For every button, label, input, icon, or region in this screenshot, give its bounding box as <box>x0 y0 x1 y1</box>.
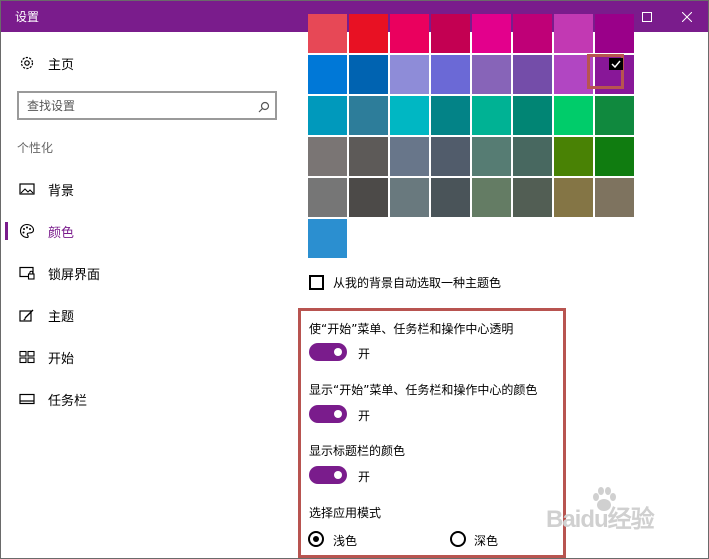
color-swatch[interactable] <box>390 137 429 176</box>
theme-icon <box>19 307 35 323</box>
sidebar-item-themes[interactable]: 主题 <box>1 300 291 330</box>
watermark-text: Baidu经验 <box>546 506 655 533</box>
color-swatch[interactable] <box>431 137 470 176</box>
color-swatch[interactable] <box>513 178 552 217</box>
auto-pick-color-label: 从我的背景自动选取一种主题色 <box>333 275 502 290</box>
sidebar-item-taskbar[interactable]: 任务栏 <box>1 384 291 414</box>
color-swatch[interactable] <box>595 137 634 176</box>
content-pane: 从我的背景自动选取一种主题色 使“开始”菜单、任务栏和操作中心透明 开 显示“开… <box>291 14 708 558</box>
color-swatch[interactable] <box>472 96 511 135</box>
sidebar-item-label: 主题 <box>48 309 75 325</box>
search-input[interactable]: 查找设置 <box>17 91 277 120</box>
color-swatch[interactable] <box>431 96 470 135</box>
color-swatch[interactable] <box>472 178 511 217</box>
maximize-icon <box>642 11 652 22</box>
dark-mode-label: 深色 <box>474 534 499 548</box>
color-swatch[interactable] <box>308 96 347 135</box>
radio-selected-dot <box>313 536 319 542</box>
sidebar-item-label: 颜色 <box>48 225 75 241</box>
sidebar-item-lock-screen[interactable]: 锁屏界面 <box>1 258 291 288</box>
app-mode-label: 选择应用模式 <box>309 506 382 520</box>
transparency-toggle[interactable] <box>309 343 347 361</box>
light-mode-radio[interactable] <box>308 531 324 547</box>
light-mode-label: 浅色 <box>333 534 358 548</box>
sidebar-item-label: 开始 <box>48 351 75 367</box>
dark-mode-radio[interactable] <box>450 531 466 547</box>
sidebar-item-label: 任务栏 <box>48 393 88 409</box>
search-placeholder: 查找设置 <box>27 99 76 113</box>
gear-icon <box>19 55 35 71</box>
sidebar: 主页 查找设置 个性化 背景 颜色 锁屏界面 主题 开始 任务栏 <box>1 32 291 558</box>
color-swatch[interactable] <box>390 14 429 53</box>
transparency-label: 使“开始”菜单、任务栏和操作中心透明 <box>309 322 514 336</box>
close-icon <box>682 11 692 22</box>
baidu-watermark: Baidu经验 <box>542 485 702 535</box>
color-swatch[interactable] <box>595 14 634 53</box>
start-icon <box>19 349 35 365</box>
sidebar-item-label: 锁屏界面 <box>48 267 101 283</box>
color-swatch[interactable] <box>390 96 429 135</box>
color-swatch[interactable] <box>390 55 429 94</box>
toggle-knob <box>334 348 342 356</box>
search-icon <box>258 98 270 117</box>
check-icon <box>609 58 623 70</box>
color-swatch[interactable] <box>513 14 552 53</box>
palette-icon <box>19 223 35 239</box>
sidebar-item-home[interactable]: 主页 <box>1 48 291 78</box>
color-swatch[interactable] <box>472 137 511 176</box>
color-swatch[interactable] <box>431 178 470 217</box>
color-swatch[interactable] <box>431 14 470 53</box>
window-title: 设置 <box>15 10 40 24</box>
titlebar-color-state: 开 <box>358 470 371 484</box>
color-swatch[interactable] <box>472 14 511 53</box>
color-swatch[interactable] <box>513 137 552 176</box>
start-color-label: 显示“开始”菜单、任务栏和操作中心的颜色 <box>309 383 538 397</box>
sidebar-item-background[interactable]: 背景 <box>1 174 291 204</box>
start-color-state: 开 <box>358 409 371 423</box>
color-swatch[interactable] <box>308 219 347 258</box>
auto-pick-color-checkbox[interactable] <box>309 274 324 290</box>
close-button[interactable] <box>667 1 707 32</box>
start-color-toggle[interactable] <box>309 405 347 423</box>
sidebar-item-start[interactable]: 开始 <box>1 342 291 372</box>
color-swatch[interactable] <box>349 137 388 176</box>
color-swatch[interactable] <box>513 96 552 135</box>
titlebar-color-toggle[interactable] <box>309 466 347 484</box>
sidebar-item-label: 主页 <box>48 57 75 73</box>
color-swatch[interactable] <box>349 14 388 53</box>
color-swatch[interactable] <box>349 178 388 217</box>
color-swatch[interactable] <box>554 137 593 176</box>
color-swatch[interactable] <box>431 55 470 94</box>
color-swatch[interactable] <box>308 137 347 176</box>
transparency-state: 开 <box>358 347 371 361</box>
picture-icon <box>19 181 35 197</box>
sidebar-item-colors[interactable]: 颜色 <box>1 216 291 246</box>
auto-pick-color-row[interactable]: 从我的背景自动选取一种主题色 <box>309 272 501 292</box>
color-swatch[interactable] <box>595 96 634 135</box>
section-title: 个性化 <box>17 141 54 155</box>
color-swatch[interactable] <box>554 178 593 217</box>
active-indicator <box>5 222 8 240</box>
color-swatch[interactable] <box>308 178 347 217</box>
settings-window: 设置 主页 查找设置 个性化 背景 颜色 锁屏界面 主题 开始 任务栏 从我的背… <box>0 0 709 559</box>
taskbar-icon <box>19 391 35 407</box>
color-swatch[interactable] <box>472 55 511 94</box>
color-swatch[interactable] <box>349 55 388 94</box>
color-swatch[interactable] <box>595 178 634 217</box>
toggle-knob <box>334 410 342 418</box>
sidebar-item-label: 背景 <box>48 183 75 199</box>
color-swatch[interactable] <box>390 178 429 217</box>
color-swatch[interactable] <box>554 14 593 53</box>
color-swatch[interactable] <box>513 55 552 94</box>
lock-screen-icon <box>19 265 35 281</box>
color-swatch[interactable] <box>308 55 347 94</box>
color-swatch[interactable] <box>554 96 593 135</box>
titlebar-color-label: 显示标题栏的颜色 <box>309 444 406 458</box>
toggle-knob <box>334 471 342 479</box>
color-swatch[interactable] <box>308 14 347 53</box>
color-swatch[interactable] <box>349 96 388 135</box>
